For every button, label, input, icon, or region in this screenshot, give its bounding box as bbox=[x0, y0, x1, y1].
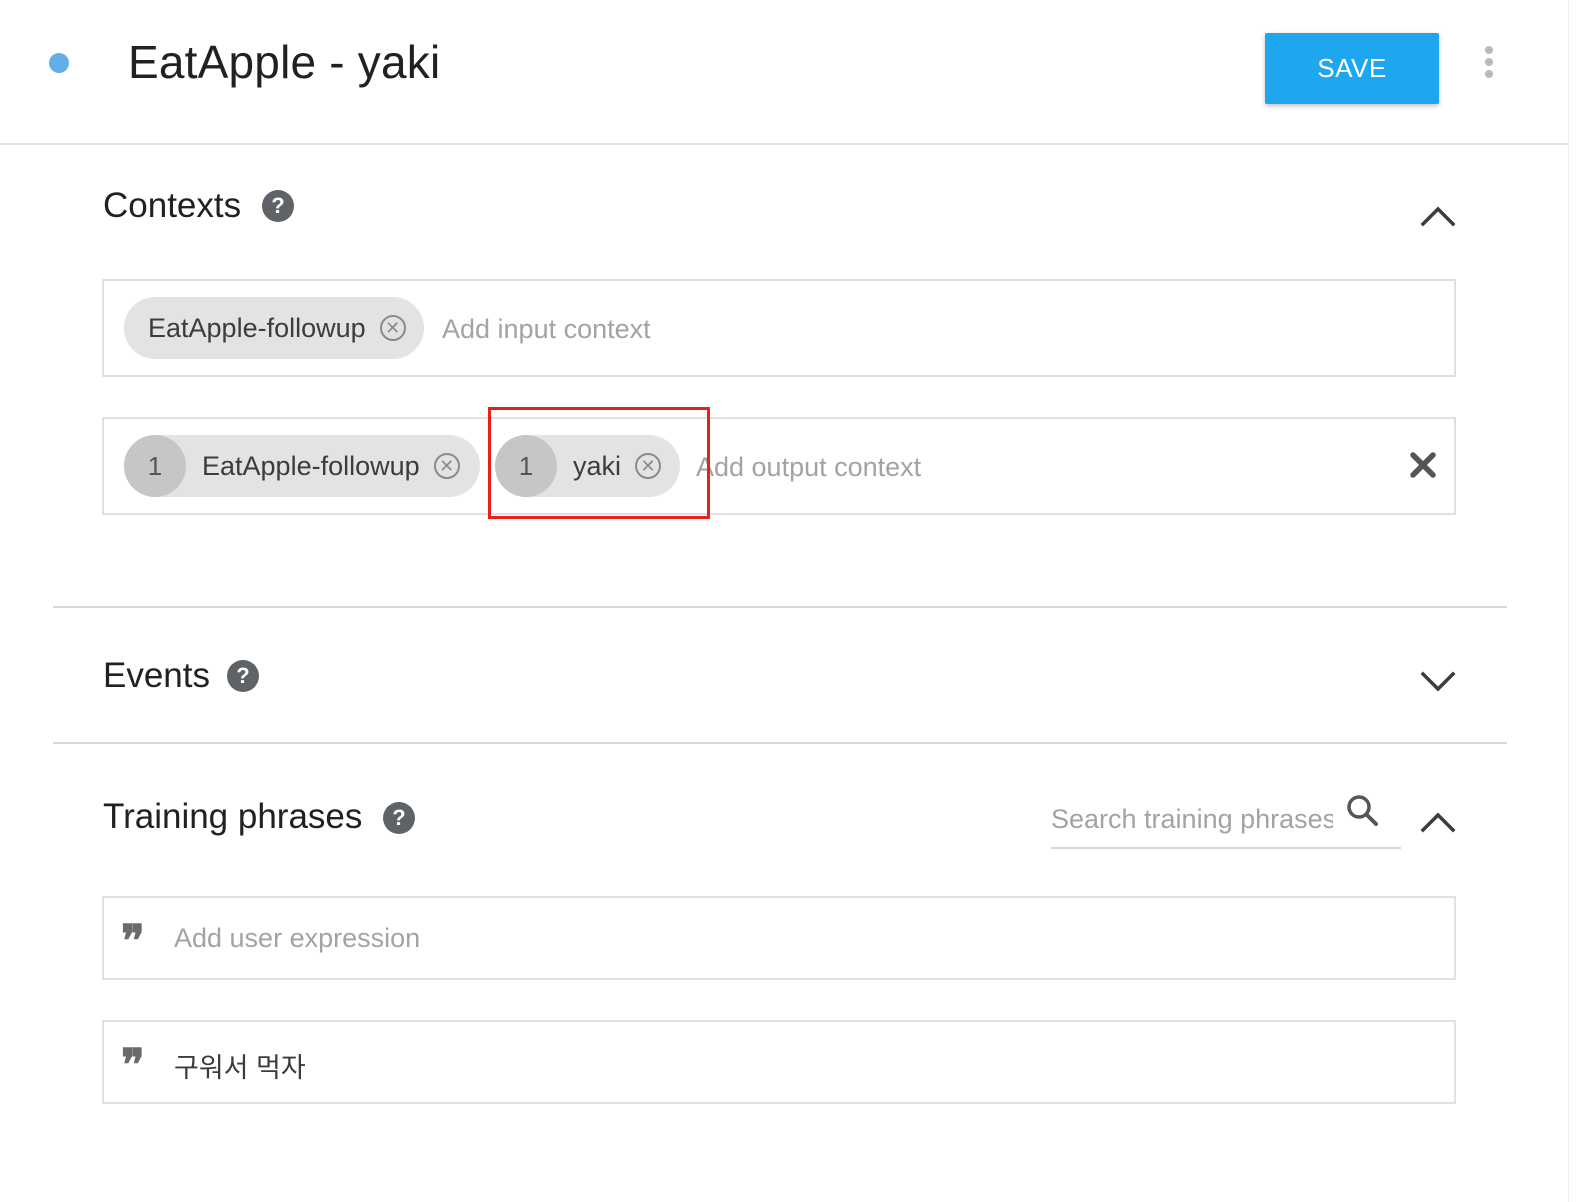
events-help-icon[interactable]: ? bbox=[227, 660, 259, 692]
search-training-phrases[interactable] bbox=[1051, 793, 1401, 849]
remove-chip-icon[interactable]: ✕ bbox=[379, 315, 406, 341]
remove-chip-icon[interactable]: ✕ bbox=[635, 453, 662, 479]
lifespan-badge[interactable]: 1 bbox=[495, 435, 557, 497]
output-context-chip[interactable]: 1 yaki ✕ bbox=[495, 435, 680, 497]
events-title: Events bbox=[103, 656, 210, 695]
intent-header: EatApple - yaki SAVE bbox=[0, 0, 1568, 145]
training-phrase-text[interactable]: 구워서 먹자 bbox=[174, 1046, 306, 1085]
quote-icon: ❞ bbox=[121, 1040, 145, 1091]
add-user-expression-input[interactable] bbox=[174, 920, 1074, 956]
status-dot bbox=[49, 53, 69, 73]
add-user-expression-field[interactable]: ❞ bbox=[102, 896, 1456, 980]
right-edge-panel bbox=[1568, 0, 1596, 1202]
contexts-title: Contexts bbox=[103, 186, 242, 225]
clear-contexts-icon[interactable] bbox=[1408, 450, 1438, 480]
remove-chip-icon[interactable]: ✕ bbox=[433, 453, 460, 479]
chip-label: yaki bbox=[573, 450, 622, 481]
intent-title: EatApple - yaki bbox=[128, 36, 441, 88]
output-context-input[interactable] bbox=[696, 449, 1296, 485]
chip-label: EatApple-followup bbox=[148, 312, 366, 343]
training-phrase-row[interactable]: ❞ 구워서 먹자 bbox=[102, 1020, 1456, 1104]
contexts-collapse-chevron-up-icon[interactable] bbox=[1418, 200, 1458, 230]
section-divider bbox=[53, 742, 1507, 744]
lifespan-badge[interactable]: 1 bbox=[124, 435, 186, 497]
more-options-icon[interactable] bbox=[1480, 46, 1498, 82]
contexts-help-icon[interactable]: ? bbox=[262, 190, 294, 222]
chip-label: EatApple-followup bbox=[202, 450, 420, 481]
output-context-field[interactable]: 1 EatApple-followup ✕ 1 yaki ✕ bbox=[102, 417, 1456, 515]
events-expand-chevron-down-icon[interactable] bbox=[1418, 668, 1458, 698]
training-collapse-chevron-up-icon[interactable] bbox=[1418, 806, 1458, 836]
input-context-input[interactable] bbox=[442, 311, 1042, 347]
input-context-field[interactable]: EatApple-followup ✕ bbox=[102, 279, 1456, 377]
quote-icon: ❞ bbox=[121, 916, 145, 967]
section-divider bbox=[53, 606, 1507, 608]
search-training-phrases-input[interactable] bbox=[1051, 801, 1333, 837]
training-help-icon[interactable]: ? bbox=[383, 802, 415, 834]
output-context-chip[interactable]: 1 EatApple-followup ✕ bbox=[124, 435, 480, 497]
search-icon[interactable] bbox=[1345, 793, 1381, 829]
save-button[interactable]: SAVE bbox=[1265, 33, 1439, 104]
training-phrases-title: Training phrases bbox=[103, 797, 363, 836]
input-context-chip[interactable]: EatApple-followup ✕ bbox=[124, 297, 424, 359]
